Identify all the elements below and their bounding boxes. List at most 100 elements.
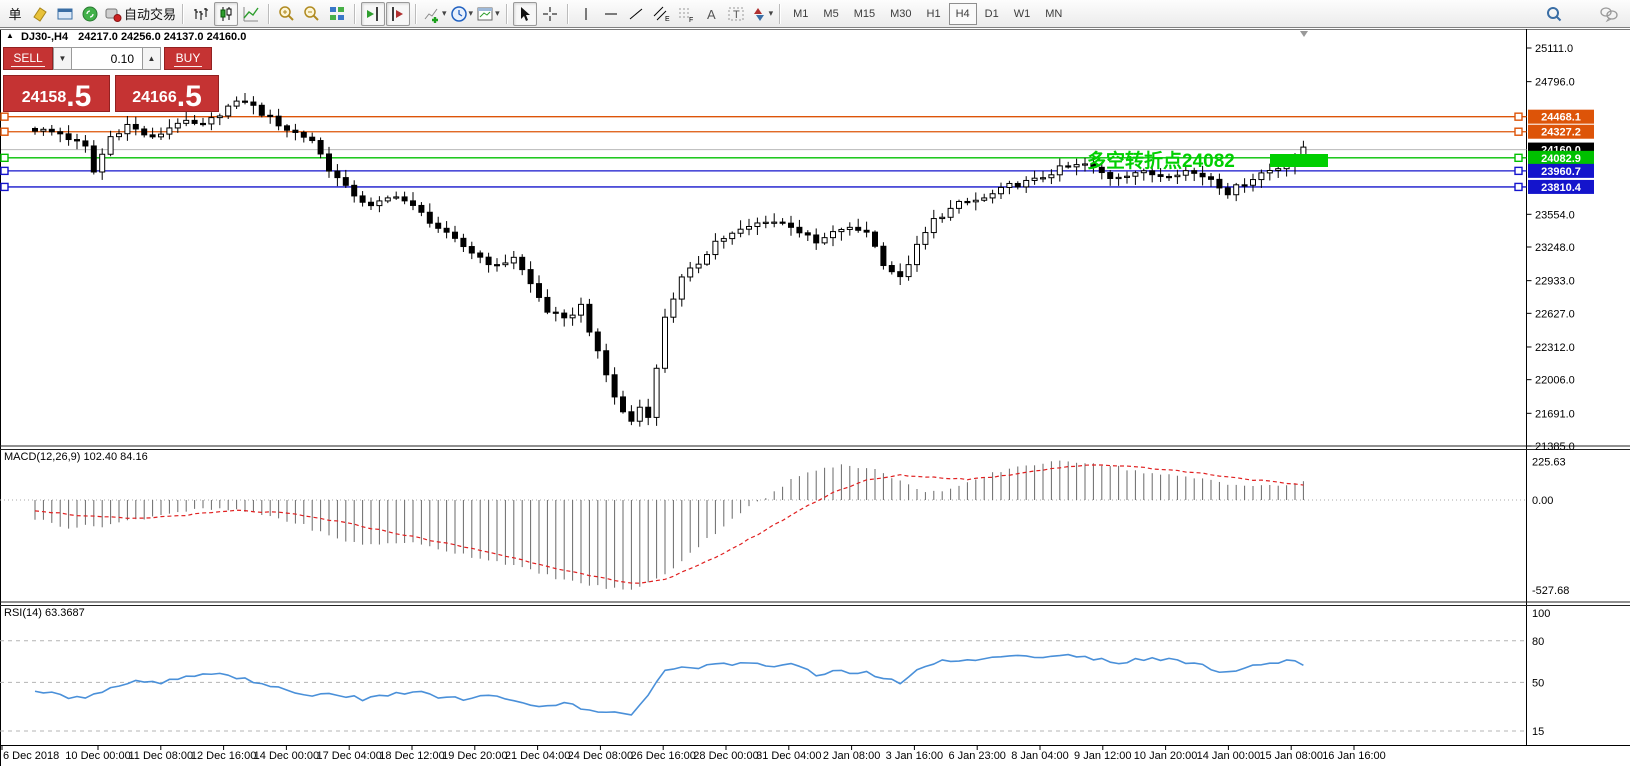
line-chart-button[interactable] [239, 2, 263, 26]
chart-annotation-text[interactable]: 多空转折点24082 [1087, 146, 1235, 173]
sell-button-label: SELL [11, 51, 44, 67]
horizontal-line-button[interactable] [599, 2, 623, 26]
chat-button[interactable] [1597, 2, 1621, 26]
candlestick-chart-icon [217, 5, 235, 23]
bar-chart-button[interactable] [189, 2, 213, 26]
zoom-in-button[interactable] [275, 2, 299, 26]
search-icon [1545, 5, 1563, 23]
templates-button[interactable]: ▾ [475, 2, 501, 26]
chevron-down-icon: ▾ [469, 8, 474, 19]
indicators-button[interactable]: ▾ [422, 2, 448, 26]
tab-timeframe-m5[interactable]: M5 [816, 3, 845, 25]
cursor-button[interactable] [513, 2, 537, 26]
rsi-indicator-label: RSI(14) 63.3687 [4, 607, 85, 619]
arrows-icon [750, 5, 768, 23]
line-chart-icon [242, 5, 260, 23]
text-icon: A [702, 5, 720, 23]
svg-text:80: 80 [1532, 636, 1544, 648]
tab-timeframe-h1[interactable]: H1 [920, 3, 948, 25]
indicators-icon [423, 5, 441, 23]
svg-text:22312.0: 22312.0 [1535, 342, 1575, 354]
svg-text:23554.0: 23554.0 [1535, 209, 1575, 221]
toolbar-separator [567, 4, 569, 24]
svg-text:21 Dec 04:00: 21 Dec 04:00 [505, 750, 570, 762]
arrows-button[interactable]: ▾ [749, 2, 775, 26]
horizontal-line-icon [602, 5, 620, 23]
svg-text:23810.4: 23810.4 [1541, 182, 1582, 194]
tab-timeframe-h4[interactable]: H4 [949, 3, 977, 25]
chevron-down-icon: ▾ [769, 8, 774, 19]
auto-scroll-button[interactable] [386, 2, 410, 26]
equidistant-channel-icon: E [652, 5, 670, 23]
svg-text:11 Dec 08:00: 11 Dec 08:00 [128, 750, 193, 762]
volume-decrease-button[interactable]: ▼ [53, 47, 72, 70]
toolbar-separator [182, 4, 184, 24]
svg-text:19 Dec 20:00: 19 Dec 20:00 [442, 750, 507, 762]
svg-text:T: T [733, 9, 740, 21]
buy-price-button[interactable]: 24166.5 [115, 75, 219, 112]
tab-timeframe-mn[interactable]: MN [1038, 3, 1069, 25]
svg-text:16 Jan 16:00: 16 Jan 16:00 [1322, 750, 1386, 762]
vertical-line-button[interactable] [574, 2, 598, 26]
channel-button[interactable]: E [649, 2, 673, 26]
fibonacci-icon: F [677, 5, 695, 23]
volume-input[interactable] [72, 47, 142, 70]
spinner-down-icon: ▼ [59, 54, 67, 63]
trendline-button[interactable] [624, 2, 648, 26]
market-watch-icon [56, 5, 74, 23]
svg-text:12 Dec 16:00: 12 Dec 16:00 [191, 750, 256, 762]
sell-button[interactable]: SELL [3, 47, 53, 70]
new-order-button[interactable]: 单 [3, 2, 27, 26]
buy-price-pip: .5 [177, 84, 202, 110]
buy-button[interactable]: BUY [164, 47, 212, 70]
toolbar-separator [268, 4, 270, 24]
volume-increase-button[interactable]: ▲ [142, 47, 161, 70]
sell-price-button[interactable]: 24158.5 [3, 75, 110, 112]
crosshair-button[interactable] [538, 2, 562, 26]
chart-shift-button[interactable] [361, 2, 385, 26]
toolbar-separator [415, 4, 417, 24]
svg-text:28 Dec 00:00: 28 Dec 00:00 [693, 750, 758, 762]
candlestick-chart-button[interactable] [214, 2, 238, 26]
clock-icon [450, 5, 468, 23]
sound-button[interactable] [78, 2, 102, 26]
tab-timeframe-m15[interactable]: M15 [847, 3, 882, 25]
tab-timeframe-m1[interactable]: M1 [786, 3, 815, 25]
auto-scroll-icon [389, 5, 407, 23]
collapse-triangle-icon: ▲ [6, 31, 14, 40]
fibonacci-button[interactable]: F [674, 2, 698, 26]
market-watch-button[interactable] [53, 2, 77, 26]
chart-canvas[interactable]: 225.630.00-527.6810080501525111.024796.0… [0, 29, 1630, 773]
tab-timeframe-w1[interactable]: W1 [1007, 3, 1038, 25]
tile-windows-button[interactable] [325, 2, 349, 26]
svg-text:24327.2: 24327.2 [1541, 127, 1581, 139]
svg-text:F: F [689, 17, 693, 23]
buy-button-label: BUY [174, 51, 203, 67]
svg-text:6 Dec 2018: 6 Dec 2018 [3, 750, 59, 762]
chart-title: ▲ DJ30-,H4 24217.0 24256.0 24137.0 24160… [6, 31, 246, 43]
svg-text:24 Dec 08:00: 24 Dec 08:00 [568, 750, 633, 762]
new-chart-button[interactable] [28, 2, 52, 26]
text-button[interactable]: A [699, 2, 723, 26]
svg-text:22006.0: 22006.0 [1535, 375, 1575, 387]
periods-button[interactable]: ▾ [449, 2, 475, 26]
svg-text:2 Jan 08:00: 2 Jan 08:00 [823, 750, 881, 762]
toolbar-separator [779, 4, 781, 24]
svg-text:E: E [665, 16, 670, 23]
tab-timeframe-m30[interactable]: M30 [883, 3, 918, 25]
chevron-down-icon: ▾ [442, 8, 447, 19]
new-chart-icon [31, 5, 49, 23]
spinner-up-icon: ▲ [148, 54, 156, 63]
svg-text:15: 15 [1532, 726, 1544, 738]
text-label-icon: T [727, 5, 745, 23]
text-label-button[interactable]: T [724, 2, 748, 26]
zoom-out-button[interactable] [300, 2, 324, 26]
tab-timeframe-d1[interactable]: D1 [978, 3, 1006, 25]
vertical-line-icon [577, 5, 595, 23]
toolbar: 单 自动交易 ▾ ▾ ▾ E F A T ▾ M1 [0, 0, 1630, 28]
macd-indicator-label: MACD(12,26,9) 102.40 84.16 [4, 451, 148, 463]
search-button[interactable] [1542, 2, 1566, 26]
autotrading-button[interactable]: 自动交易 [103, 2, 177, 26]
svg-text:10 Jan 20:00: 10 Jan 20:00 [1134, 750, 1198, 762]
svg-text:18 Dec 12:00: 18 Dec 12:00 [379, 750, 444, 762]
